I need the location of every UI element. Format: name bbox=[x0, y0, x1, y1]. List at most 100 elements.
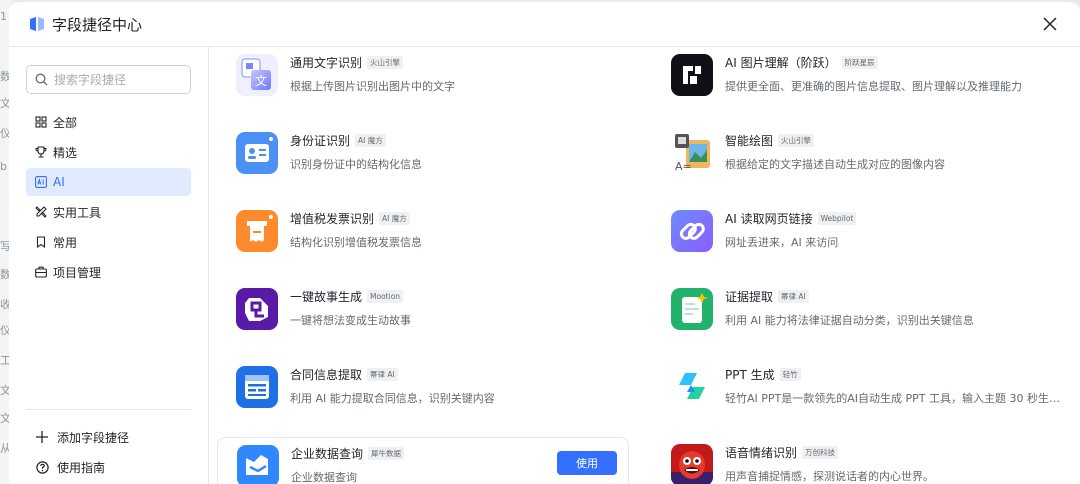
provider-tag: Mootion bbox=[367, 290, 404, 303]
search-icon bbox=[35, 73, 48, 86]
shortcut-name: 智能绘图 bbox=[725, 134, 774, 148]
app-logo-icon bbox=[30, 17, 44, 31]
sidebar-item-label: 实用工具 bbox=[53, 205, 102, 220]
enterprise-data-icon bbox=[237, 445, 279, 484]
briefcase-icon bbox=[35, 266, 53, 278]
ai-icon bbox=[35, 176, 53, 188]
add-shortcut-button[interactable]: 添加字段捷径 bbox=[26, 422, 191, 452]
shortcut-name-row: 智能绘图 火山引擎 bbox=[725, 132, 815, 149]
shortcut-name: 一键故事生成 bbox=[290, 290, 363, 304]
shortcut-name-row: 增值税发票识别 AI 魔方 bbox=[290, 210, 410, 227]
shortcut-description: 轻竹AI PPT是一款领先的AI自动生成 PPT 工具，输入主题 30 秒生成… bbox=[725, 392, 1065, 405]
provider-tag: 犀牛数据 bbox=[368, 447, 405, 460]
user-guide-link[interactable]: 使用指南 bbox=[26, 452, 191, 482]
shortcut-name-row: 语音情绪识别 万创科技 bbox=[725, 444, 839, 461]
shortcut-name-row: AI 读取网页链接 Webpilot bbox=[725, 210, 857, 227]
provider-tag: 幂律 AI bbox=[778, 290, 809, 303]
shortcut-description: 利用 AI 能力提取合同信息，识别关键内容 bbox=[290, 392, 495, 405]
search-box[interactable] bbox=[26, 65, 191, 94]
shortcut-card[interactable]: 身份证识别 AI 魔方识别身份证中的结构化信息 bbox=[217, 125, 629, 185]
dialog-title: 字段捷径中心 bbox=[52, 16, 143, 34]
add-shortcut-label: 添加字段捷径 bbox=[57, 430, 130, 445]
provider-tag: 万创科技 bbox=[802, 446, 839, 459]
shortcut-description: 利用 AI 能力将法律证据自动分类，识别出关键信息 bbox=[725, 314, 974, 327]
sidebar-item[interactable]: 项目管理 bbox=[26, 258, 191, 286]
provider-tag: 火山引擎 bbox=[778, 134, 815, 147]
shortcut-card[interactable]: 文 通用文字识别 火山引擎 根据上传图片识别出图片中的文字 bbox=[217, 47, 629, 107]
shortcut-name-row: 合同信息提取 幂律 AI bbox=[290, 366, 398, 383]
bookmark-icon bbox=[35, 236, 53, 248]
sidebar-item[interactable]: 实用工具 bbox=[26, 198, 191, 226]
shortcut-name-row: 企业数据查询 犀牛数据 bbox=[291, 445, 405, 462]
shortcut-name-row: 证据提取 幂律 AI bbox=[725, 288, 809, 305]
shortcut-description: 根据上传图片识别出图片中的文字 bbox=[290, 80, 455, 93]
sidebar-item[interactable]: 常用 bbox=[26, 228, 191, 256]
shortcut-description: 用声音捕捉情感，探测说话者的内心世界。 bbox=[725, 470, 934, 483]
shortcut-description: 一键将想法变成生动故事 bbox=[290, 314, 411, 327]
shortcut-card[interactable]: 增值税发票识别 AI 魔方 结构化识别增值税发票信息 bbox=[217, 203, 629, 263]
dialog-header: 字段捷径中心 bbox=[9, 2, 1080, 47]
provider-tag: 阶跃星辰 bbox=[841, 56, 878, 69]
sidebar-item[interactable]: 精选 bbox=[26, 138, 191, 166]
shortcut-card[interactable]: PPT 生成 轻竹轻竹AI PPT是一款领先的AI自动生成 PPT 工具，输入主题… bbox=[652, 359, 1065, 419]
shortcut-name-row: PPT 生成 轻竹 bbox=[725, 366, 801, 383]
voice-emotion-icon bbox=[671, 444, 713, 484]
sidebar-item-label: 项目管理 bbox=[53, 265, 102, 280]
smart-drawing-icon: A= bbox=[671, 132, 713, 174]
shortcut-card[interactable]: 企业数据查询 犀牛数据 企业数据查询 使用 bbox=[217, 437, 629, 484]
shortcut-name: 增值税发票识别 bbox=[290, 212, 375, 226]
shortcut-grid: 文通用文字识别 火山引擎 根据上传图片识别出图片中的文字 AI 图片理解（阶跃） 阶跃星… bbox=[210, 47, 1080, 484]
shortcut-name: 通用文字识别 bbox=[290, 56, 363, 70]
sidebar-item-label: AI bbox=[53, 175, 65, 189]
shortcut-card[interactable]: AI 图片理解（阶跃） 阶跃星辰 提供更全面、更准确的图片信息提取、图片理解以及推理… bbox=[652, 47, 1064, 107]
shortcut-name: AI 图片理解（阶跃） bbox=[725, 56, 837, 70]
id-card-icon bbox=[236, 132, 278, 174]
shortcut-description: 网址丢进来，AI 来访问 bbox=[725, 236, 839, 249]
provider-tag: AI 魔方 bbox=[355, 134, 386, 147]
trophy-icon bbox=[35, 146, 53, 158]
sidebar-item-label: 全部 bbox=[53, 115, 78, 130]
sidebar: 全部精选 AI 实用工具常用项目管理 添加字段捷径 使用指南 bbox=[9, 47, 209, 484]
shortcut-center-dialog: 字段捷径中心 全部精选 AI 实用工具常用项目管理 添加字段捷径 使用指南 文 通用文… bbox=[9, 2, 1080, 484]
shortcut-card[interactable]: A= 智能绘图 火山引擎根据给定的文字描述自动生成对应的图像内容 bbox=[652, 125, 1064, 185]
close-icon[interactable] bbox=[1039, 13, 1061, 35]
story-icon bbox=[236, 288, 278, 330]
sidebar-item-label: 精选 bbox=[53, 145, 78, 160]
sidebar-item-label: 常用 bbox=[53, 235, 78, 250]
shortcut-name: 合同信息提取 bbox=[290, 368, 363, 382]
user-guide-label: 使用指南 bbox=[57, 460, 106, 475]
sidebar-item[interactable]: 全部 bbox=[26, 108, 191, 136]
use-button[interactable]: 使用 bbox=[557, 451, 617, 475]
tools-icon bbox=[35, 206, 53, 218]
shortcut-name: AI 读取网页链接 bbox=[725, 212, 813, 226]
shortcut-name: PPT 生成 bbox=[725, 368, 775, 382]
invoice-icon bbox=[236, 210, 278, 252]
shortcut-card[interactable]: 合同信息提取 幂律 AI 利用 AI 能力提取合同信息，识别关键内容 bbox=[217, 359, 629, 419]
shortcut-name-row: AI 图片理解（阶跃） 阶跃星辰 bbox=[725, 54, 878, 71]
shortcut-description: 根据给定的文字描述自动生成对应的图像内容 bbox=[725, 158, 945, 171]
shortcut-card[interactable]: 证据提取 幂律 AI 利用 AI 能力将法律证据自动分类，识别出关键信息 bbox=[652, 281, 1064, 341]
provider-tag: 轻竹 bbox=[779, 368, 801, 381]
shortcut-name: 语音情绪识别 bbox=[725, 446, 798, 460]
shortcut-name: 企业数据查询 bbox=[291, 447, 364, 461]
shortcut-description: 识别身份证中的结构化信息 bbox=[290, 158, 422, 171]
category-nav: 全部精选 AI 实用工具常用项目管理 bbox=[26, 108, 191, 288]
provider-tag: 火山引擎 bbox=[367, 56, 404, 69]
shortcut-card[interactable]: AI 读取网页链接 Webpilot 网址丢进来，AI 来访问 bbox=[652, 203, 1064, 263]
shortcut-name: 证据提取 bbox=[725, 290, 774, 304]
provider-tag: AI 魔方 bbox=[379, 212, 410, 225]
shortcut-card[interactable]: 语音情绪识别 万创科技用声音捕捉情感，探测说话者的内心世界。 bbox=[652, 437, 1064, 484]
provider-tag: Webpilot bbox=[817, 212, 857, 225]
shortcut-name: 身份证识别 bbox=[290, 134, 351, 148]
search-input[interactable] bbox=[54, 72, 184, 87]
shortcut-description: 企业数据查询 bbox=[291, 471, 357, 484]
sidebar-footer: 添加字段捷径 使用指南 bbox=[26, 409, 191, 482]
link-icon bbox=[671, 210, 713, 252]
shortcut-card[interactable]: 一键故事生成 Mootion 一键将想法变成生动故事 bbox=[217, 281, 629, 341]
image-understanding-icon bbox=[671, 54, 713, 96]
provider-tag: 幂律 AI bbox=[367, 368, 398, 381]
sidebar-item[interactable]: AI bbox=[26, 168, 191, 196]
svg-text:A=: A= bbox=[675, 160, 692, 173]
contract-icon bbox=[236, 366, 278, 408]
evidence-icon bbox=[671, 288, 713, 330]
